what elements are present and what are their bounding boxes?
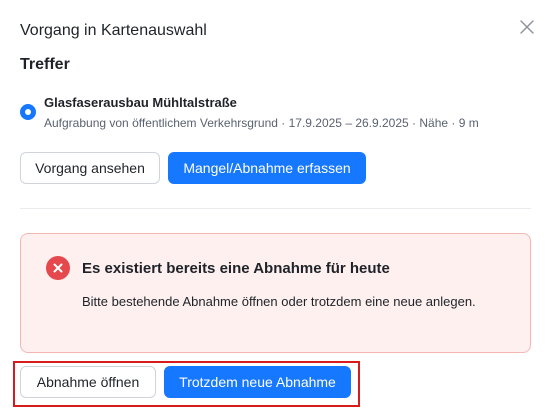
open-inspection-button[interactable]: Abnahme öffnen <box>20 366 156 398</box>
results-heading: Treffer <box>20 56 70 73</box>
result-radio[interactable] <box>20 104 36 120</box>
capture-defect-button[interactable]: Mangel/Abnahme erfassen <box>168 152 366 184</box>
error-alert: Es existiert bereits eine Abnahme für he… <box>20 233 531 353</box>
alert-title: Es existiert bereits eine Abnahme für he… <box>82 260 390 277</box>
divider <box>20 208 531 209</box>
close-button[interactable] <box>517 17 537 37</box>
new-inspection-button[interactable]: Trotzdem neue Abnahme <box>164 366 351 398</box>
result-title[interactable]: Glasfaserausbau Mühltalstraße <box>44 95 237 110</box>
close-icon <box>520 20 534 34</box>
result-meta: Aufgrabung von öffentlichem Verkehrsgrun… <box>44 116 479 130</box>
dialog-title: Vorgang in Kartenauswahl <box>20 22 207 39</box>
error-icon <box>46 256 70 280</box>
alert-text: Bitte bestehende Abnahme öffnen oder tro… <box>82 294 476 309</box>
view-case-button[interactable]: Vorgang ansehen <box>20 152 160 184</box>
